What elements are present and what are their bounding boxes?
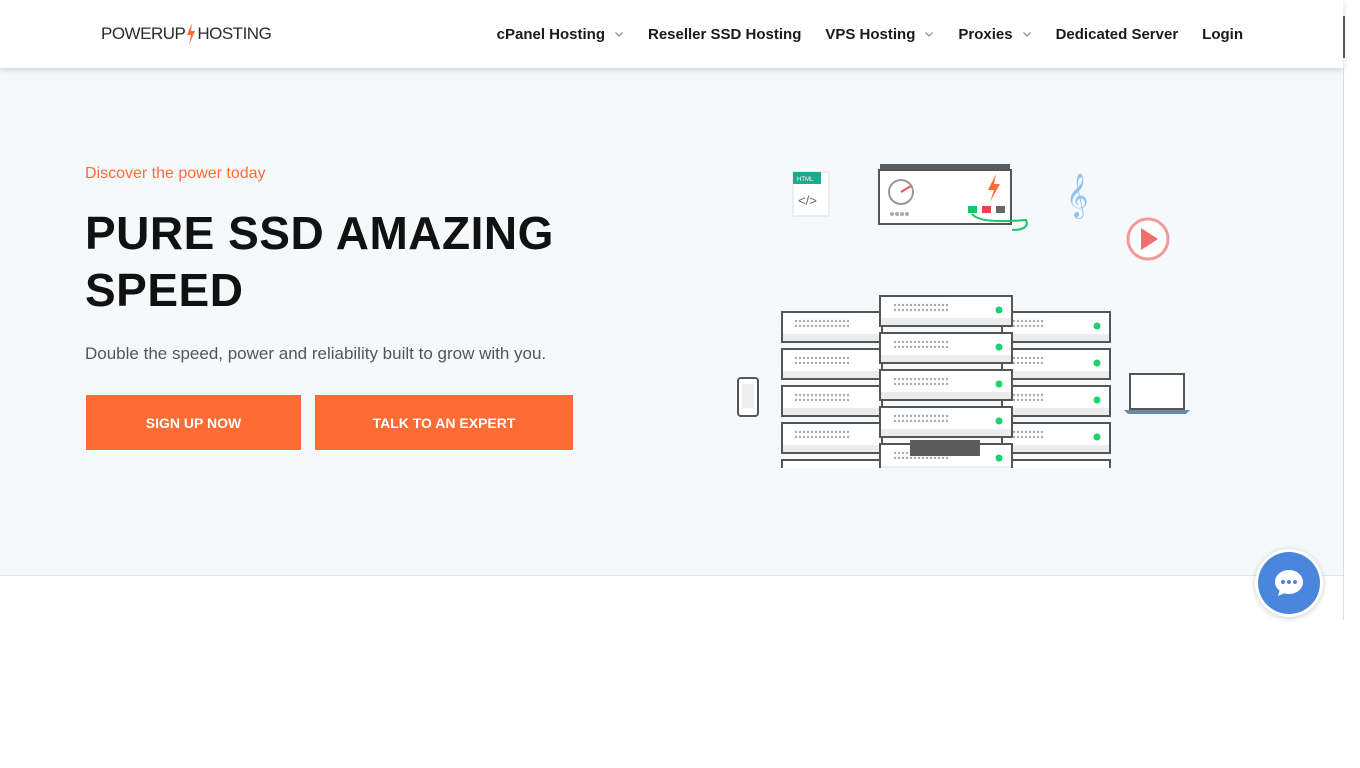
chat-icon [1275,570,1303,596]
logo-text-right: HOSTING [197,24,272,43]
chevron-down-icon [615,32,623,37]
site-header: POWERUP HOSTING cPanel Hosting Reseller … [0,0,1343,68]
main-nav: cPanel Hosting Reseller SSD Hosting VPS … [473,0,1243,68]
server-unit [1001,311,1111,343]
talk-to-expert-button[interactable]: TALK TO AN EXPERT [315,395,573,450]
logo-text-left: POWERUP [101,24,186,43]
nav-item-cpanel-hosting[interactable]: cPanel Hosting [497,26,624,43]
nav-item-reseller-ssd-hosting[interactable]: Reseller SSD Hosting [648,26,801,43]
sign-up-button[interactable]: SIGN UP NOW [86,395,301,450]
svg-text:𝄞: 𝄞 [1066,173,1088,219]
server-unit [1001,385,1111,417]
server-unit [781,385,883,417]
chat-button-inner [1258,552,1320,614]
hero-title: PURE SSD AMAZING SPEED [85,205,605,319]
hero-subtitle: Double the speed, power and reliability … [85,344,547,363]
nav-label: Reseller SSD Hosting [647,25,802,43]
code-file-icon: HTML </> [792,171,830,217]
nav-label: cPanel Hosting [496,25,605,43]
laptop-icon [1124,373,1190,414]
hero-section: Discover the power today PURE SSD AMAZIN… [0,68,1343,576]
hero-title-line1: PURE SSD AMAZING [85,207,554,259]
server-unit [1001,348,1111,380]
html-badge: HTML [797,177,814,183]
server-unit [879,332,1013,364]
server-unit [781,459,883,468]
logo[interactable]: POWERUP HOSTING [101,22,272,46]
nav-label: Dedicated Server [1055,25,1179,43]
server-unit [1001,422,1111,454]
page-edge [1343,68,1344,620]
chat-widget-button[interactable] [1255,549,1323,617]
music-note-icon: 𝄞 [1066,173,1088,219]
nav-label: VPS Hosting [825,25,916,43]
hero-tagline: Discover the power today [85,165,266,182]
nav-item-vps-hosting[interactable]: VPS Hosting [825,26,934,43]
svg-text:</>: </> [798,193,817,208]
chevron-down-icon [1022,32,1031,37]
nav-item-login[interactable]: Login [1202,26,1243,43]
nav-label: Proxies [958,25,1013,43]
server-unit [879,369,1013,401]
window-edge [1343,16,1345,58]
server-stack-center [878,164,1028,468]
server-illustration: HTML </> 𝄞 [737,164,1190,468]
server-stack-right [1001,311,1111,468]
server-unit [781,422,883,454]
bolt-icon [187,23,196,45]
server-unit [879,295,1013,327]
server-unit [781,311,883,343]
server-stack-left [781,311,892,468]
nav-item-proxies[interactable]: Proxies [958,26,1031,43]
nav-item-dedicated-server[interactable]: Dedicated Server [1056,26,1179,43]
page: POWERUP HOSTING cPanel Hosting Reseller … [0,0,1360,768]
phone-icon [737,377,759,417]
hero-title-line2: SPEED [85,264,244,316]
server-unit [879,406,1013,438]
play-icon [1126,217,1170,261]
chevron-down-icon [925,32,934,37]
nav-label: Login [1202,25,1243,43]
server-unit [781,348,883,380]
server-unit [1001,459,1111,468]
